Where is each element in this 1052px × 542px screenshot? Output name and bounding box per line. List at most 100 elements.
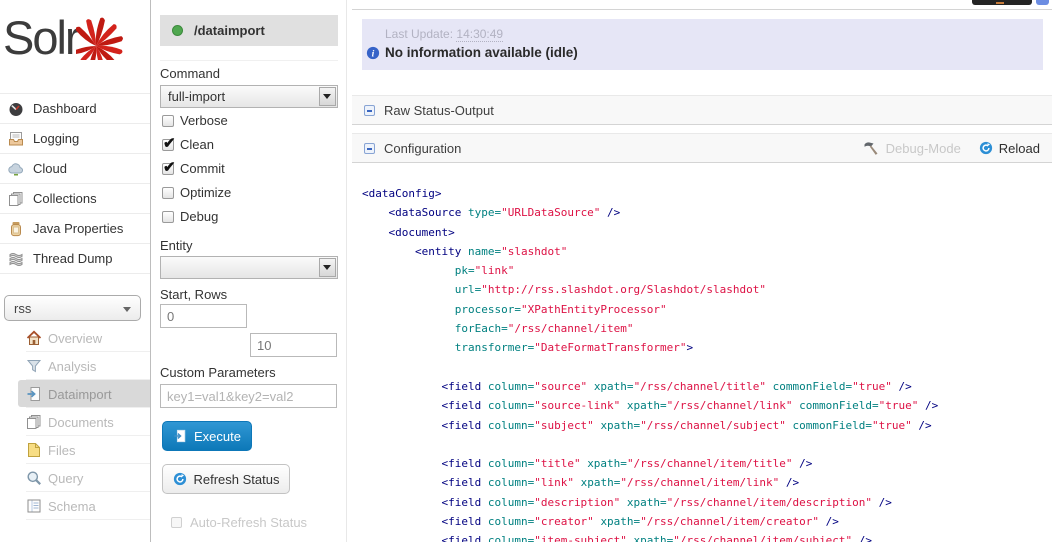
- core-menu-item-label: Dataimport: [48, 387, 112, 402]
- core-menu-item-documents[interactable]: Documents: [0, 408, 150, 436]
- last-update-label: Last Update:: [385, 27, 453, 41]
- core-menu-item-dataimport[interactable]: Dataimport: [0, 380, 150, 408]
- schema-icon: [26, 498, 42, 514]
- core-menu-item-label: Schema: [48, 499, 96, 514]
- entity-label: Entity: [160, 238, 193, 253]
- core-selector-value: rss: [14, 301, 31, 316]
- option-label: Commit: [180, 161, 225, 176]
- auto-refresh-label: Auto-Refresh Status: [190, 515, 307, 530]
- refresh-icon: [173, 472, 187, 486]
- chevron-down-icon: [319, 87, 336, 106]
- refresh-status-button-label: Refresh Status: [194, 472, 280, 487]
- handler-status-dot-icon: [172, 25, 183, 36]
- checkbox-verbose[interactable]: [162, 115, 174, 127]
- option-label: Clean: [180, 137, 214, 152]
- core-menu-item-label: Overview: [48, 331, 102, 346]
- sidebar-item-collections[interactable]: Collections: [0, 184, 150, 214]
- content-area: Last Update: 14:30:49 i No information a…: [348, 0, 1052, 542]
- core-menu-item-analysis[interactable]: Analysis: [0, 352, 150, 380]
- xml-config-line: <field column="title" xpath="/rss/channe…: [362, 454, 938, 473]
- xml-config-line: <field column="link" xpath="/rss/channel…: [362, 473, 938, 492]
- custom-parameters-input[interactable]: [160, 384, 337, 408]
- core-menu-item-label: Query: [48, 471, 83, 486]
- svg-text:i: i: [372, 48, 375, 59]
- checkbox-clean[interactable]: [162, 139, 174, 151]
- option-clean[interactable]: Clean: [162, 137, 231, 152]
- command-select-value: full-import: [168, 89, 225, 104]
- xml-config-line: processor="XPathEntityProcessor": [362, 300, 938, 319]
- entity-select[interactable]: [160, 256, 338, 279]
- custom-parameters-label: Custom Parameters: [160, 365, 276, 380]
- checkbox-commit[interactable]: [162, 163, 174, 175]
- solr-admin-ui: Solr Dashboard Logging Cloud Collections: [0, 0, 1052, 542]
- option-label: Debug: [180, 209, 218, 224]
- configuration-section-header[interactable]: Configuration Debug-Mode Reload: [352, 133, 1052, 163]
- sidebar-item-java-properties[interactable]: Java Properties: [0, 214, 150, 244]
- xml-config-line: <dataConfig>: [362, 184, 938, 203]
- execute-button-label: Execute: [194, 429, 241, 444]
- checkbox-debug[interactable]: [162, 211, 174, 223]
- reload-label: Reload: [999, 141, 1040, 156]
- status-message: No information available (idle): [385, 45, 578, 60]
- debug-mode-label: Debug-Mode: [886, 141, 961, 156]
- core-selector-dropdown[interactable]: rss: [4, 295, 141, 321]
- sidebar-item-cloud[interactable]: Cloud: [0, 154, 150, 184]
- core-menu-item-overview[interactable]: Overview: [0, 324, 150, 352]
- chevron-down-icon: [319, 258, 336, 277]
- xml-config-line: <field column="source" xpath="/rss/chann…: [362, 377, 938, 396]
- sidebar-item-label: Collections: [33, 191, 97, 206]
- core-menu: Overview Analysis Dataimport DocumentsFiles…: [0, 324, 150, 520]
- auto-refresh-checkbox[interactable]: [171, 517, 182, 528]
- handler-header: /dataimport: [160, 15, 338, 46]
- core-menu-item-label: Analysis: [48, 359, 96, 374]
- core-menu-item-files[interactable]: Files: [0, 436, 150, 464]
- last-update: Last Update: 14:30:49: [385, 27, 503, 41]
- solr-logo-flare-icon: [76, 2, 138, 60]
- sidebar-item-thread-dump[interactable]: Thread Dump: [0, 244, 150, 274]
- reload-link[interactable]: Reload: [979, 141, 1040, 156]
- option-debug[interactable]: Debug: [162, 209, 231, 224]
- dataimport-xml-config: <dataConfig> <dataSource type="URLDataSo…: [362, 184, 938, 542]
- xml-config-line: <field column="subject" xpath="/rss/chan…: [362, 416, 938, 435]
- command-select[interactable]: full-import: [160, 85, 338, 108]
- sidebar-item-label: Cloud: [33, 161, 67, 176]
- solr-logo-text: Solr: [3, 10, 79, 65]
- core-menu-item-query[interactable]: Query: [0, 464, 150, 492]
- main-nav: Dashboard Logging Cloud Collections Java Pro…: [0, 93, 150, 274]
- sidebar-item-label: Dashboard: [33, 101, 97, 116]
- cropped-badge-fragment: [1036, 0, 1049, 5]
- sidebar-item-logging[interactable]: Logging: [0, 124, 150, 154]
- checkbox-optimize[interactable]: [162, 187, 174, 199]
- option-commit[interactable]: Commit: [162, 161, 231, 176]
- xml-config-line: <document>: [362, 223, 938, 242]
- collapse-toggle-icon[interactable]: [364, 105, 375, 116]
- dataimport-form-panel: /dataimport Command full-import VerboseC…: [151, 0, 347, 542]
- start-input[interactable]: [160, 304, 247, 328]
- rows-input[interactable]: [250, 333, 337, 357]
- sidebar-item-label: Java Properties: [33, 221, 123, 236]
- option-verbose[interactable]: Verbose: [162, 113, 231, 128]
- auto-refresh-status-checkbox-row[interactable]: Auto-Refresh Status: [171, 515, 307, 530]
- execute-icon: [173, 429, 187, 443]
- core-menu-item-schema[interactable]: Schema: [0, 492, 150, 520]
- refresh-status-button[interactable]: Refresh Status: [162, 464, 290, 494]
- raw-status-output-section-header[interactable]: Raw Status-Output: [352, 95, 1052, 125]
- xml-config-line: <entity name="slashdot": [362, 242, 938, 261]
- files-icon: [26, 442, 42, 458]
- thread-dump-icon: [8, 251, 24, 267]
- execute-button[interactable]: Execute: [162, 421, 252, 451]
- reload-icon: [979, 141, 993, 155]
- option-checkboxes: Verbose Clean Commit Optimize Debug: [162, 113, 231, 224]
- collapse-toggle-icon[interactable]: [364, 143, 375, 154]
- xml-config-line: <field column="item-subject" xpath="/rss…: [362, 531, 938, 542]
- solr-logo[interactable]: Solr: [0, 0, 150, 90]
- option-optimize[interactable]: Optimize: [162, 185, 231, 200]
- sidebar-item-dashboard[interactable]: Dashboard: [0, 94, 150, 124]
- debug-mode-link[interactable]: Debug-Mode: [862, 140, 961, 156]
- cropped-tooltip-fragment: [972, 0, 1032, 5]
- dashboard-icon: [8, 101, 24, 117]
- xml-config-line: url="http://rss.slashdot.org/Slashdot/sl…: [362, 280, 938, 299]
- analysis-icon: [26, 358, 42, 374]
- xml-config-line: transformer="DateFormatTransformer">: [362, 338, 938, 357]
- xml-config-line: pk="link": [362, 261, 938, 280]
